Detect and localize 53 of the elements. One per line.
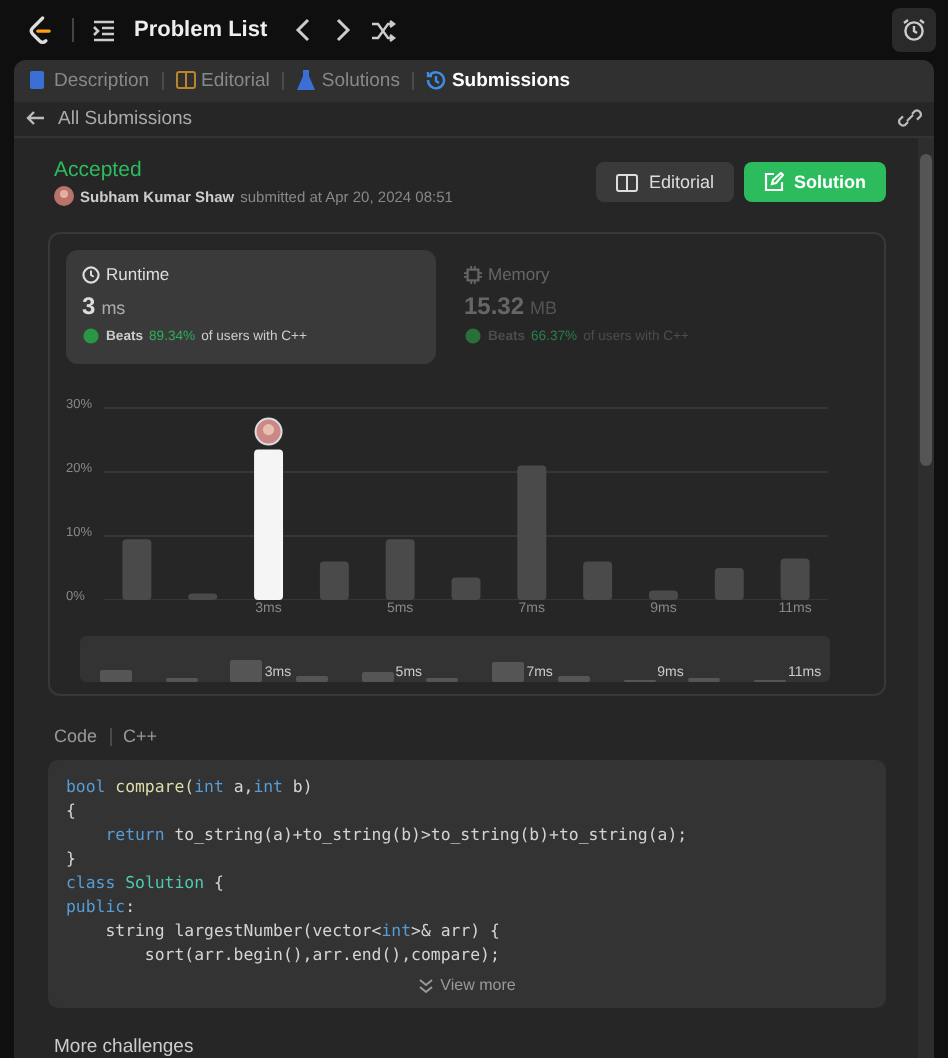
document-icon: [28, 70, 48, 91]
book-icon: [616, 173, 639, 191]
code-line: sort(arr.begin(),arr.end(),compare);: [142, 942, 502, 966]
language-label: C++: [123, 726, 158, 746]
section-heading: More challenges: [54, 1036, 196, 1058]
shuffle-icon[interactable]: [369, 19, 396, 41]
chevrons-down-icon: [418, 977, 435, 993]
link-icon[interactable]: [898, 108, 922, 129]
overview-bar: [230, 660, 263, 682]
edit-icon: [764, 172, 784, 192]
clock-icon: [82, 265, 100, 283]
stat-title: Memory: [488, 264, 550, 284]
stat-unit: ms: [101, 298, 126, 318]
flask-icon: [295, 70, 316, 91]
list-icon[interactable]: [92, 19, 116, 41]
overview-bar: [296, 676, 329, 682]
book-icon: [175, 70, 196, 91]
history-icon: [425, 70, 446, 91]
code-line: public:: [66, 894, 138, 918]
overview-bar: [100, 670, 132, 682]
tab[interactable]: Solutions: [293, 65, 402, 96]
code-line: class Solution {: [66, 870, 226, 894]
bar[interactable]: [254, 449, 284, 600]
code-line: }: [66, 846, 78, 870]
code-line: {: [66, 798, 78, 822]
overview-bar: [557, 676, 590, 682]
tab[interactable]: Description: [26, 65, 152, 96]
overview-bar: [492, 662, 525, 682]
next-icon[interactable]: [331, 18, 352, 42]
code-line: return to_string(a)+to_string(b)>to_string(b)+to_string(a);: [103, 822, 690, 846]
chip-icon: [464, 265, 482, 283]
avatar-icon: [54, 186, 74, 206]
timer-button[interactable]: [892, 8, 936, 52]
all-submissions-link[interactable]: All Submissions: [58, 107, 193, 130]
previous-icon[interactable]: [293, 18, 314, 42]
stat-title: Runtime: [106, 264, 170, 284]
logo-icon[interactable]: [28, 15, 54, 45]
code-line: bool compare(int a,int b): [66, 774, 315, 798]
overview-bar: [361, 672, 394, 682]
code-label: Code: [54, 726, 98, 746]
stat-value: 3: [82, 292, 96, 320]
problem-list-title[interactable]: Problem List: [134, 18, 268, 42]
avatar-marker: [254, 417, 283, 446]
scrollbar[interactable]: [918, 138, 934, 1058]
stat-value: 15.32: [464, 292, 525, 320]
status-text: Accepted: [54, 158, 144, 182]
tab[interactable]: Submissions: [423, 65, 573, 96]
editorial-button[interactable]: Editorial: [596, 162, 734, 202]
back-arrow-icon[interactable]: [26, 110, 46, 127]
tab[interactable]: Editorial: [173, 65, 272, 96]
alarm-clock-icon: [902, 18, 926, 42]
code-line: string largestNumber(vector<int>& arr) {: [103, 918, 502, 942]
view-more-button[interactable]: View more: [410, 970, 524, 1000]
